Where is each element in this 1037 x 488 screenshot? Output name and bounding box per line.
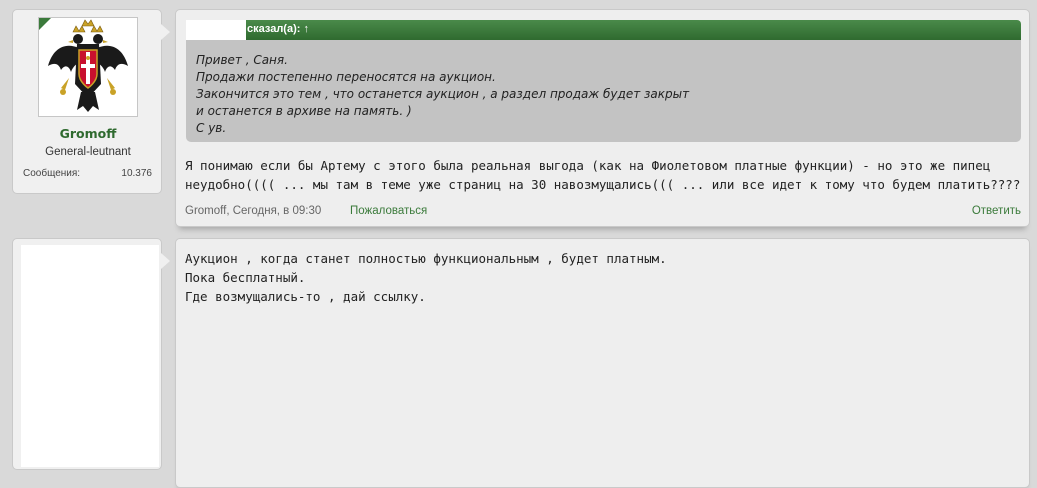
quote-line: С ув. [196,121,227,135]
quote-author-redacted [186,20,246,40]
avatar[interactable] [38,17,138,117]
avatar[interactable] [21,245,159,467]
quote-block: Привет , Саня. Продажи постепенно перено… [186,40,1021,142]
messages-count-label: Сообщения: [23,168,81,179]
quote-line: Закончится это тем , что останется аукци… [196,87,690,101]
message-text-line: Где возмущались-то , дай ссылку. [185,289,426,304]
message-text-line: Аукцион , когда станет полностью функцио… [185,251,667,266]
post-meta[interactable]: Gromoff, Сегодня, в 09:30 [185,205,321,217]
message-text-line: неудобно(((( ... мы там в теме уже стран… [185,177,1021,192]
double-headed-eagle-icon [48,19,128,112]
message-text-line: Я понимаю если бы Артему с этого была ре… [185,158,991,173]
quote-line: Привет , Саня. [196,53,288,67]
username[interactable]: Gromoff [13,126,163,141]
messages-count-value: 10.376 [121,168,152,179]
quote-said-link[interactable]: сказал(а): ↑ [247,23,309,35]
user-info-panel [12,238,170,470]
message-text-line: Пока бесплатный. [185,270,306,285]
user-info-panel: Gromoff General-leutnant Сообщения: 10.3… [12,9,170,194]
avatar-corner-marker [39,18,51,30]
quote-line: Продажи постепенно переносятся на аукцио… [196,70,496,84]
user-title: General-leutnant [45,146,131,158]
quote-line: и останется в архиве на память. ) [196,104,412,118]
reply-link[interactable]: Ответить [972,205,1021,217]
quote-header: сказал(а): ↑ [186,20,1021,40]
report-link[interactable]: Пожаловаться [350,205,427,217]
message-body: Аукцион , когда станет полностью функцио… [175,238,1030,488]
message-body: сказал(а): ↑ Привет , Саня. Продажи пост… [175,9,1030,227]
